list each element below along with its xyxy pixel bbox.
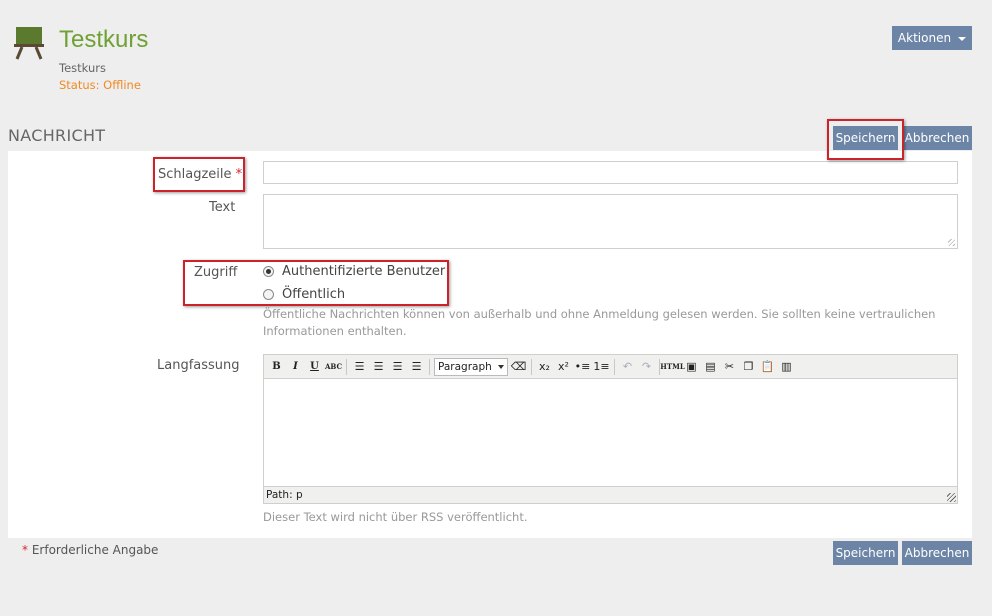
eraser-icon[interactable]: ⌫ — [510, 358, 527, 376]
resize-grip-icon[interactable] — [948, 239, 955, 246]
redo-icon[interactable]: ↷ — [638, 358, 655, 376]
text-label: Text — [209, 200, 236, 215]
editor-path: Path: p — [266, 489, 303, 501]
editor-statusbar: Path: p — [264, 486, 957, 503]
radio-checked-icon[interactable] — [263, 266, 274, 277]
actions-button[interactable]: Aktionen — [892, 26, 972, 50]
access-option-label: Authentifizierte Benutzer — [282, 264, 446, 279]
bold-button[interactable]: B — [268, 358, 285, 376]
align-justify-icon[interactable]: ☰ — [408, 358, 425, 376]
chevron-down-icon — [498, 364, 504, 369]
course-icon — [14, 26, 44, 60]
rich-text-editor: B I U ABC ☰ ☰ ☰ ☰ Paragraph ⌫ x₂ x² •≡ 1… — [263, 354, 958, 504]
cancel-button-bottom[interactable]: Abbrechen — [902, 541, 972, 565]
required-mark: * — [22, 543, 28, 557]
insert-image-icon[interactable]: ▣ — [683, 358, 700, 376]
copy-icon[interactable]: ❐ — [740, 358, 757, 376]
align-right-icon[interactable]: ☰ — [389, 358, 406, 376]
required-mark: * — [235, 167, 243, 182]
radio-unchecked-icon[interactable] — [263, 289, 274, 300]
format-select[interactable]: Paragraph — [434, 357, 508, 376]
text-textarea[interactable] — [263, 194, 958, 249]
required-note: * Erforderliche Angabe — [22, 543, 158, 557]
italic-button[interactable]: I — [287, 358, 304, 376]
toolbar-separator — [429, 358, 430, 375]
superscript-icon[interactable]: x² — [555, 358, 572, 376]
strikethrough-button[interactable]: ABC — [325, 358, 342, 376]
caret-down-icon — [958, 36, 967, 41]
course-subtitle: Testkurs — [59, 61, 106, 75]
underline-button[interactable]: U — [306, 358, 323, 376]
insert-media-icon[interactable]: ▤ — [702, 358, 719, 376]
editor-content-area[interactable] — [264, 379, 957, 486]
undo-icon[interactable]: ↶ — [619, 358, 636, 376]
required-note-text: Erforderliche Angabe — [31, 543, 159, 557]
editor-toolbar: B I U ABC ☰ ☰ ☰ ☰ Paragraph ⌫ x₂ x² •≡ 1… — [264, 355, 957, 379]
access-option-public[interactable]: Öffentlich — [263, 287, 345, 302]
access-label: Zugriff — [194, 265, 238, 280]
align-left-icon[interactable]: ☰ — [351, 358, 368, 376]
long-text-hint: Dieser Text wird nicht über RSS veröffen… — [263, 510, 528, 524]
save-button-top[interactable]: Speichern — [833, 126, 898, 150]
access-option-label: Öffentlich — [282, 287, 346, 302]
actions-label: Aktionen — [897, 31, 952, 45]
headline-label-text: Schlagzeile — [158, 167, 232, 182]
html-source-button[interactable]: HTML — [660, 358, 685, 376]
section-title: NACHRICHT — [8, 126, 106, 145]
course-status: Status: Offline — [59, 78, 141, 92]
subscript-icon[interactable]: x₂ — [536, 358, 553, 376]
paste-text-icon[interactable]: ▥ — [778, 358, 795, 376]
access-option-authenticated[interactable]: Authentifizierte Benutzer — [263, 264, 445, 279]
paste-icon[interactable]: 📋 — [759, 358, 776, 376]
headline-label: Schlagzeile * — [158, 167, 242, 182]
cancel-button-top[interactable]: Abbrechen — [902, 126, 972, 150]
bullet-list-icon[interactable]: •≡ — [574, 358, 591, 376]
access-hint: Öffentliche Nachrichten können von außer… — [263, 307, 936, 338]
headline-input[interactable] — [263, 161, 958, 184]
resize-grip-icon[interactable] — [947, 493, 956, 502]
align-center-icon[interactable]: ☰ — [370, 358, 387, 376]
toolbar-separator — [531, 358, 532, 375]
course-title: Testkurs — [59, 26, 149, 53]
toolbar-separator — [614, 358, 615, 375]
cut-icon[interactable]: ✂ — [721, 358, 738, 376]
format-select-value: Paragraph — [438, 360, 492, 373]
save-button-bottom[interactable]: Speichern — [833, 541, 898, 565]
numbered-list-icon[interactable]: 1≡ — [593, 358, 610, 376]
long-text-label: Langfassung — [157, 358, 240, 373]
toolbar-separator — [346, 358, 347, 375]
